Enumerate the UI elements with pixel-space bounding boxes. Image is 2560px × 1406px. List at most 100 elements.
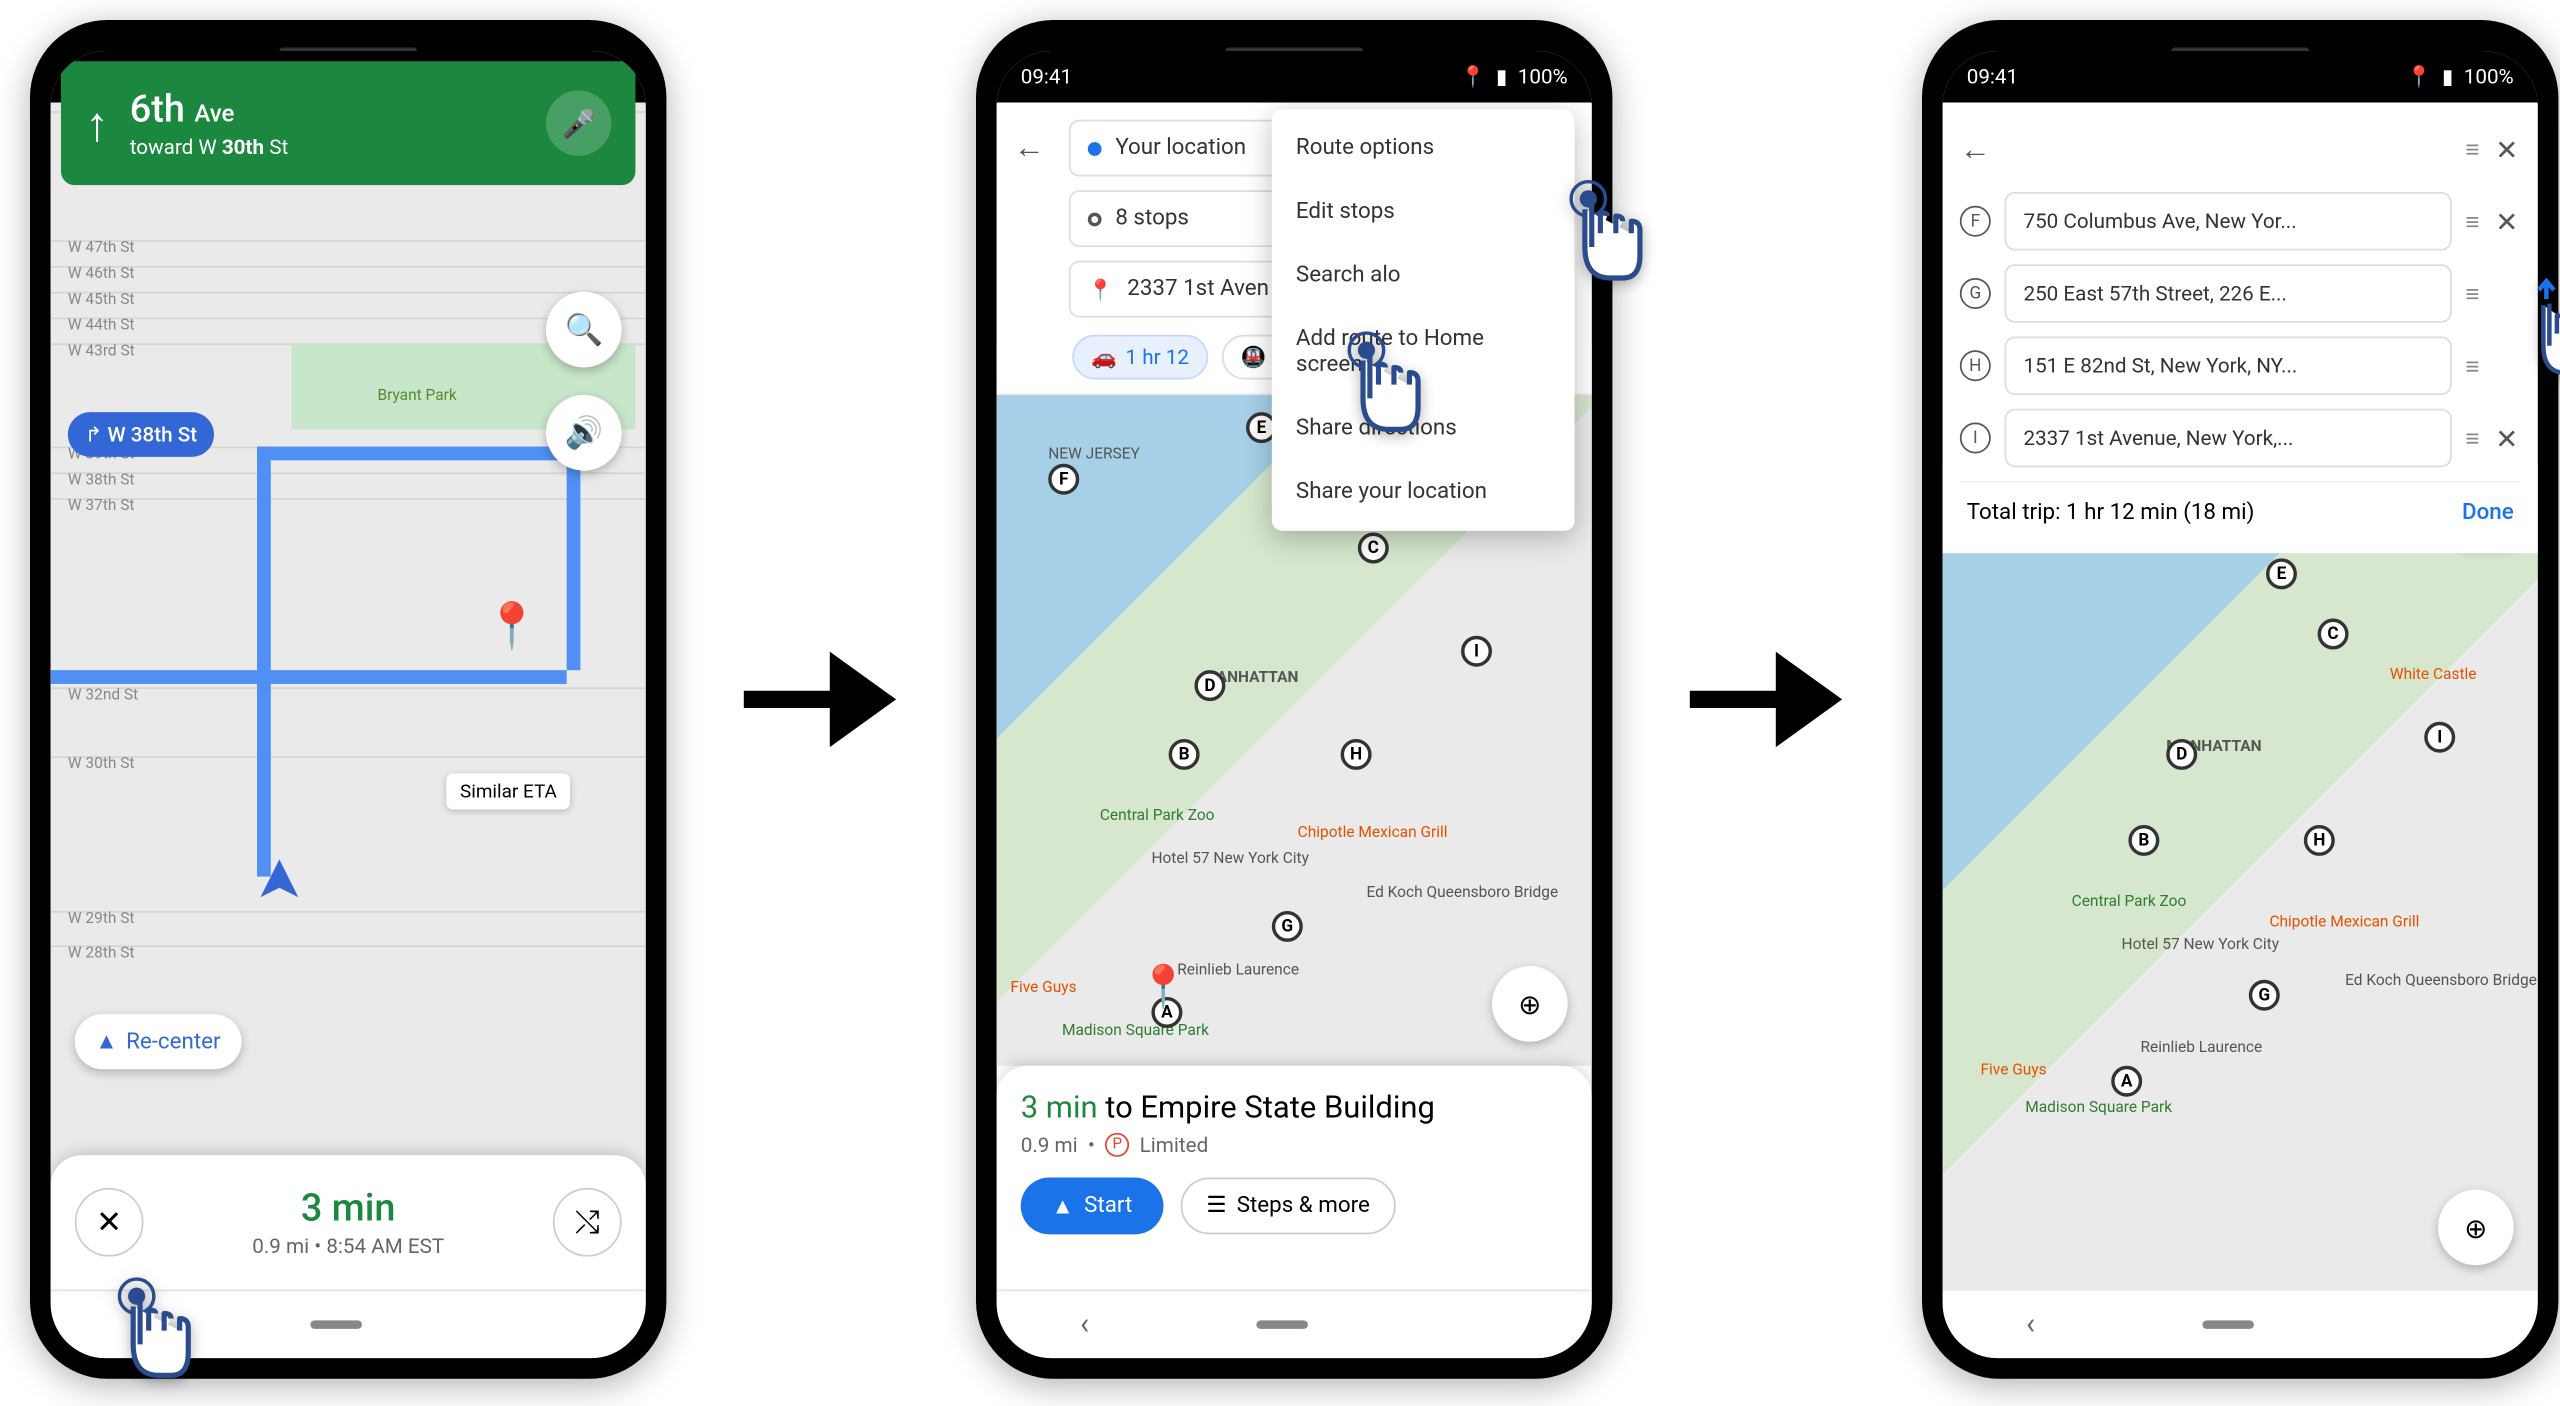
stop-address-input[interactable]: 250 East 57th Street, 226 E... — [2005, 264, 2452, 322]
menu-route-options[interactable]: Route options — [1272, 116, 1575, 180]
direction-card[interactable]: ↑ 6th Ave toward W 30th St 🎤 — [61, 61, 635, 185]
home-pill[interactable] — [2202, 1320, 2254, 1329]
route-line — [51, 670, 567, 684]
back-icon[interactable]: ‹ — [2026, 1307, 2035, 1343]
drag-handle-icon[interactable]: ≡ — [2465, 207, 2479, 236]
mic-button[interactable]: 🎤 — [546, 91, 611, 156]
drag-handle-icon[interactable]: ≡ — [2465, 351, 2479, 380]
marker-a[interactable]: A — [2111, 1066, 2142, 1097]
nav-icon: ▲ — [1052, 1192, 1074, 1220]
location-icon: 📍 — [1460, 65, 1486, 89]
marker-h[interactable]: H — [1341, 739, 1372, 770]
parking-icon: P — [1105, 1133, 1129, 1157]
battery-icon: ▮ — [1496, 65, 1507, 89]
marker-b[interactable]: B — [2128, 825, 2159, 856]
remove-stop-button[interactable]: ✕ — [2493, 133, 2521, 166]
map-view[interactable]: W 52nd St W 47th St W 46th St W 45th St … — [51, 103, 646, 1290]
drag-handle-icon[interactable]: ≡ — [2465, 279, 2479, 308]
list-icon: ☰ — [1206, 1193, 1226, 1219]
street-grid: W 52nd St W 47th St W 46th St W 45th St … — [51, 103, 646, 1290]
stop-letter: G — [1960, 278, 1991, 309]
android-nav-bar: ‹ — [1943, 1289, 2538, 1358]
route-line — [567, 447, 581, 671]
drag-handle-icon[interactable]: ≡ — [2465, 423, 2479, 452]
turn-arrow-icon: ↑ — [85, 95, 109, 152]
back-button[interactable]: ← — [1960, 131, 1991, 167]
home-pill[interactable] — [310, 1320, 362, 1329]
marker-b[interactable]: B — [1169, 739, 1200, 770]
tap-hand-icon — [1329, 330, 1432, 450]
remove-stop-button[interactable]: ✕ — [2493, 422, 2521, 455]
sheet-sub: 0.9 mi•PLimited — [1021, 1133, 1568, 1157]
sheet-title: 3 min to Empire State Building — [1021, 1090, 1568, 1126]
back-icon[interactable]: ‹ — [1080, 1307, 1089, 1343]
map-bg — [1943, 464, 2538, 1290]
battery-pct: 100% — [2464, 65, 2514, 89]
status-time: 09:41 — [1021, 65, 1072, 89]
stops-panel: ←x≡✕ F750 Columbus Ave, New Yor...≡✕ G25… — [1943, 103, 2538, 554]
stop-dot-icon — [1088, 212, 1102, 226]
transit-icon: 🚇 — [1241, 345, 1267, 369]
location-icon: 📍 — [2406, 65, 2432, 89]
status-bar: 09:41 📍 ▮ 100% — [997, 51, 1592, 103]
marker-i[interactable]: I — [1461, 636, 1492, 667]
street-badge[interactable]: ↱ W 38th St — [68, 412, 214, 457]
routes-button[interactable]: ⤭ — [553, 1188, 622, 1257]
home-pill[interactable] — [1256, 1320, 1308, 1329]
close-button[interactable]: ✕ — [75, 1188, 144, 1257]
stop-letter: H — [1960, 350, 1991, 381]
similar-eta-label: Similar ETA — [446, 773, 570, 809]
status-time: 09:41 — [1967, 65, 2018, 89]
marker-f[interactable]: F — [1048, 464, 1079, 495]
phone-route-menu: 09:41 📍▮100% ← Your location ⋮ 8 stops 📍… — [976, 20, 1612, 1379]
marker-g[interactable]: G — [2249, 980, 2280, 1011]
flow-arrow-icon — [1681, 648, 1853, 751]
menu-share-location[interactable]: Share your location — [1272, 460, 1575, 524]
trip-summary: Total trip: 1 hr 12 min (18 mi) — [1967, 500, 2255, 526]
recenter-button[interactable]: ▲Re-center — [75, 1014, 242, 1069]
tap-hand-icon — [1550, 178, 1653, 298]
back-button[interactable]: ← — [1014, 130, 1055, 166]
search-button[interactable]: 🔍 — [546, 292, 622, 368]
marker-c[interactable]: C — [2318, 619, 2349, 650]
battery-pct: 100% — [1518, 65, 1568, 89]
stop-row: I2337 1st Avenue, New York,...≡✕ — [1960, 402, 2521, 474]
map-view[interactable]: ◈ ⊕ MANHATTAN Central Park Zoo Hotel 57 … — [1943, 464, 2538, 1290]
bottom-sheet[interactable]: 3 min to Empire State Building 0.9 mi•PL… — [997, 1066, 1592, 1290]
audio-button[interactable]: 🔊 — [546, 395, 622, 471]
dest-pin-icon: 📍 — [1088, 277, 1114, 301]
android-nav-bar: ‹ — [997, 1289, 1592, 1358]
marker-g[interactable]: G — [1272, 911, 1303, 942]
bottom-sheet[interactable]: ✕ 3 min 0.9 mi • 8:54 AM EST ⤭ — [51, 1155, 646, 1289]
drive-chip[interactable]: 🚗1 hr 12 — [1072, 335, 1208, 380]
my-location-button[interactable]: ⊕ — [1492, 966, 1568, 1042]
start-button[interactable]: ▲Start — [1021, 1178, 1164, 1235]
stop-row: G250 East 57th Street, 226 E...≡✕ — [1960, 257, 2521, 329]
status-bar: 09:41 📍 ▮ 100% — [1943, 51, 2538, 103]
battery-icon: ▮ — [2442, 65, 2453, 89]
menu-search-along[interactable]: Search alo — [1272, 244, 1575, 308]
marker-e[interactable]: E — [2266, 558, 2297, 589]
marker-c[interactable]: C — [1358, 533, 1389, 564]
marker-h[interactable]: H — [2304, 825, 2335, 856]
car-icon: 🚗 — [1091, 345, 1117, 369]
stop-address-input[interactable]: 750 Columbus Ave, New Yor... — [2005, 192, 2452, 250]
nav-icon: ▲ — [95, 1028, 117, 1056]
marker-d[interactable]: D — [2166, 739, 2197, 770]
stop-address-input[interactable]: 2337 1st Avenue, New York,... — [2005, 409, 2452, 467]
stop-row: H151 E 82nd St, New York, NY...≡✕ — [1960, 330, 2521, 402]
my-location-button[interactable]: ⊕ — [2438, 1190, 2514, 1266]
menu-edit-stops[interactable]: Edit stops — [1272, 180, 1575, 244]
eta-time: 3 min — [252, 1187, 444, 1230]
stop-letter: F — [1960, 206, 1991, 237]
marker-d[interactable]: D — [1194, 670, 1225, 701]
done-button[interactable]: Done — [2462, 500, 2514, 526]
steps-button[interactable]: ☰Steps & more — [1181, 1178, 1396, 1235]
drag-handle-icon[interactable]: ≡ — [2465, 134, 2479, 163]
stop-address-input[interactable]: 151 E 82nd St, New York, NY... — [2005, 336, 2452, 394]
marker-i[interactable]: I — [2424, 722, 2455, 753]
remove-stop-button[interactable]: ✕ — [2493, 205, 2521, 238]
overflow-menu: Route options Edit stops Search alo Add … — [1272, 109, 1575, 530]
eta-sub: 0.9 mi • 8:54 AM EST — [252, 1233, 444, 1257]
flow-arrow-icon — [735, 648, 907, 751]
